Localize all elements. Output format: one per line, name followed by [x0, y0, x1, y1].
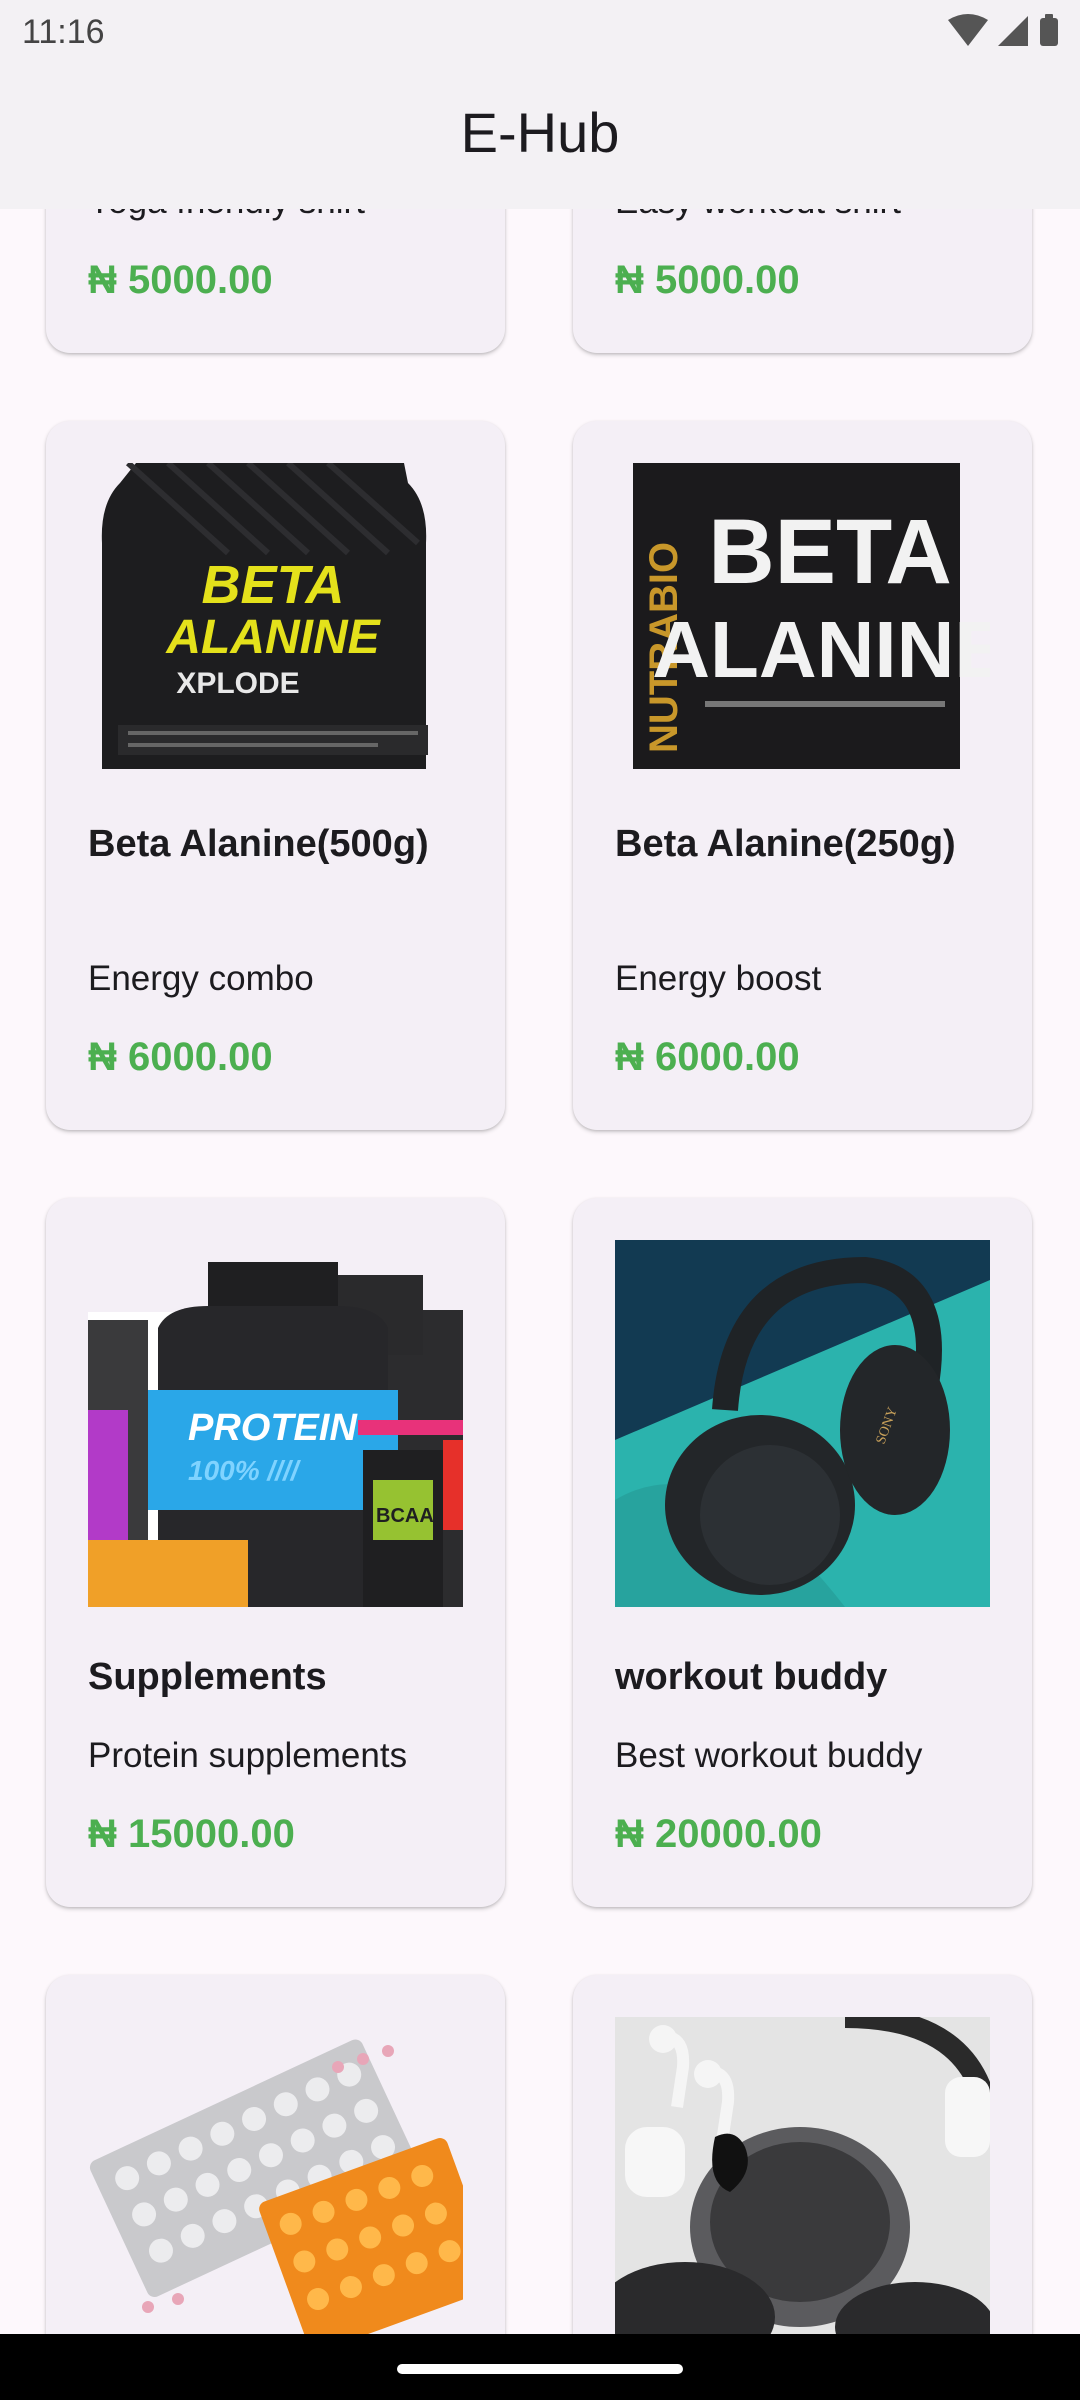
system-navigation-bar — [0, 2334, 1080, 2400]
product-price: ₦ 20000.00 — [615, 1812, 822, 1856]
product-price: ₦ 5000.00 — [88, 258, 273, 302]
cellular-signal-icon — [998, 16, 1028, 46]
status-bar: 11:16 — [0, 0, 1080, 62]
product-name: Beta Alanine(250g) — [615, 823, 956, 865]
svg-text:BETA: BETA — [708, 501, 952, 603]
battery-icon — [1040, 14, 1058, 46]
product-card-beta-alanine-500[interactable]: BETA ALANINE XPLODE Beta Alanine(500g) E… — [46, 421, 505, 1130]
product-price: ₦ 6000.00 — [88, 1035, 273, 1079]
product-name: Supplements — [88, 1656, 327, 1698]
product-price: ₦ 15000.00 — [88, 1812, 295, 1856]
svg-text:PROTEIN: PROTEIN — [188, 1407, 358, 1449]
svg-text:ALANINE: ALANINE — [165, 611, 381, 664]
wifi-icon — [948, 14, 988, 46]
product-image-headphones: SONY — [615, 1240, 990, 1607]
product-description: Energy combo — [88, 959, 314, 998]
app-title: E-Hub — [460, 101, 620, 164]
product-image-beta-alanine-250: NUTRABIO BETA ALANINE — [615, 463, 1008, 769]
product-description: Energy boost — [615, 959, 822, 998]
product-image-beta-alanine-500: BETA ALANINE XPLODE — [88, 460, 463, 769]
svg-text:ALANINE: ALANINE — [652, 605, 990, 694]
product-description: Protein supplements — [88, 1736, 408, 1775]
svg-text:100% ////: 100% //// — [188, 1455, 302, 1486]
screen: Yoga friendly shirt ₦ 5000.00 Easy worko… — [0, 0, 1080, 2400]
product-card-earbuds[interactable] — [573, 1975, 1032, 2334]
product-image-pills — [88, 2017, 498, 2334]
product-image-earbuds — [595, 2006, 1001, 2334]
status-time: 11:16 — [22, 13, 105, 51]
product-card-pills[interactable] — [46, 1975, 505, 2334]
product-card-supplements[interactable]: PROTEIN 100% //// BCAA Supplements Prote… — [46, 1198, 505, 1907]
home-gesture-handle[interactable] — [397, 2364, 683, 2374]
app-bar: E-Hub — [0, 62, 1080, 209]
svg-text:BCAA: BCAA — [376, 1505, 434, 1527]
product-image-supplements: PROTEIN 100% //// BCAA — [88, 1240, 463, 1607]
product-card-workout-buddy[interactable]: SONY workout buddy Best workout buddy ₦ … — [573, 1198, 1032, 1907]
product-price: ₦ 5000.00 — [615, 258, 800, 302]
svg-text:XPLODE: XPLODE — [176, 667, 299, 700]
product-name: Beta Alanine(500g) — [88, 823, 429, 865]
product-name: workout buddy — [615, 1656, 888, 1698]
product-card-beta-alanine-250[interactable]: NUTRABIO BETA ALANINE Beta Alanine(250g)… — [573, 421, 1032, 1130]
status-icons — [948, 14, 1058, 53]
svg-text:BETA: BETA — [202, 555, 345, 615]
product-price: ₦ 6000.00 — [615, 1035, 800, 1079]
product-description: Best workout buddy — [615, 1736, 923, 1775]
product-grid[interactable]: Yoga friendly shirt ₦ 5000.00 Easy worko… — [0, 0, 1080, 2334]
